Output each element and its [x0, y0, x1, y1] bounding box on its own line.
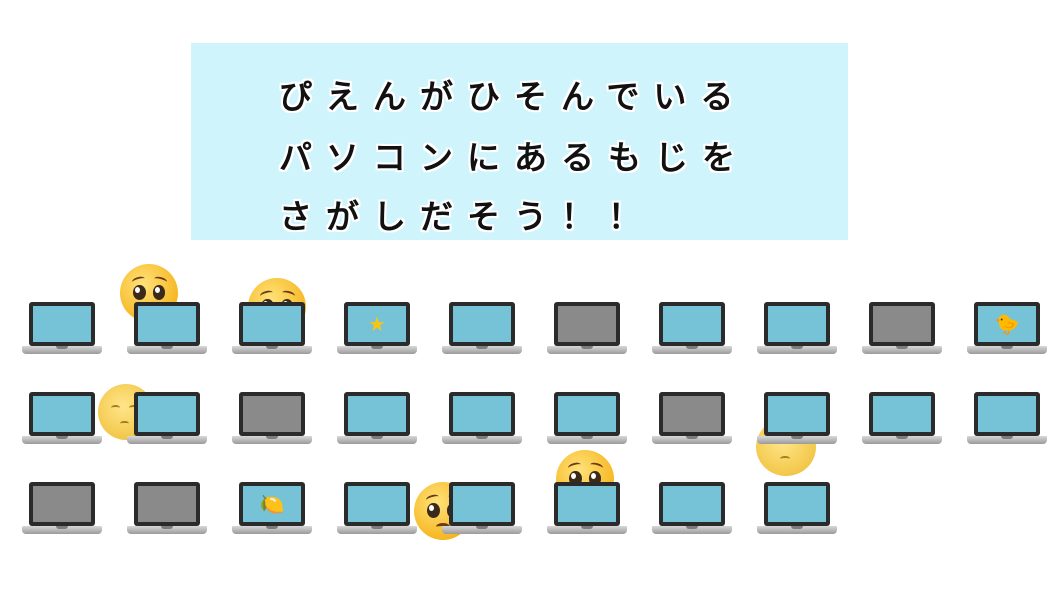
- laptop-r3-c2[interactable]: [127, 482, 207, 538]
- laptop-r3-c4[interactable]: [337, 482, 417, 538]
- laptop-r2-c9[interactable]: [862, 392, 942, 448]
- laptop-r1-c7[interactable]: [652, 302, 732, 358]
- laptop-screen: [453, 396, 511, 432]
- laptop-r3-c8[interactable]: [757, 482, 837, 538]
- laptop-screen: 🍋: [243, 486, 301, 522]
- laptop-screen: [138, 486, 196, 522]
- laptop-screen: [768, 396, 826, 432]
- laptop-screen: [768, 306, 826, 342]
- laptop-r3-c5[interactable]: [442, 482, 522, 538]
- instruction-line-2: パソコンにあるもじを: [279, 138, 749, 177]
- instruction-line-3: さがしだそう！！: [279, 197, 655, 236]
- chick-icon[interactable]: 🐤: [978, 306, 1036, 342]
- laptop-screen: [33, 486, 91, 522]
- lemon-icon[interactable]: 🍋: [243, 486, 301, 522]
- laptop-r1-c8[interactable]: [757, 302, 837, 358]
- laptop-screen: [768, 486, 826, 522]
- laptop-r2-c2[interactable]: [127, 392, 207, 448]
- laptop-screen: 🐤: [978, 306, 1036, 342]
- laptop-screen: ★: [348, 306, 406, 342]
- laptop-r3-c6[interactable]: [547, 482, 627, 538]
- laptop-r1-c5[interactable]: [442, 302, 522, 358]
- laptop-screen: [558, 486, 616, 522]
- laptop-screen: [138, 306, 196, 342]
- laptop-r3-c3[interactable]: 🍋: [232, 482, 312, 538]
- laptop-r1-c4[interactable]: ★: [337, 302, 417, 358]
- laptop-r2-c4[interactable]: [337, 392, 417, 448]
- laptop-screen: [243, 306, 301, 342]
- laptop-screen: [348, 486, 406, 522]
- laptop-screen: [663, 306, 721, 342]
- laptop-screen: [33, 396, 91, 432]
- laptop-screen: [663, 396, 721, 432]
- laptop-screen: [978, 396, 1036, 432]
- laptop-r2-c8[interactable]: [757, 392, 837, 448]
- laptop-screen: [558, 306, 616, 342]
- laptop-r1-c2[interactable]: [127, 302, 207, 358]
- laptop-screen: [243, 396, 301, 432]
- laptop-r2-c1[interactable]: [22, 392, 102, 448]
- laptop-r3-c1[interactable]: [22, 482, 102, 538]
- laptop-screen: [453, 306, 511, 342]
- laptop-r1-c3[interactable]: [232, 302, 312, 358]
- instruction-line-1: ぴえんがひそんでいる: [279, 77, 748, 116]
- laptop-screen: [453, 486, 511, 522]
- laptop-screen: [558, 396, 616, 432]
- laptop-r1-c10[interactable]: 🐤: [967, 302, 1047, 358]
- laptop-screen: [663, 486, 721, 522]
- laptop-screen: [138, 396, 196, 432]
- laptop-r1-c1[interactable]: [22, 302, 102, 358]
- laptop-r3-c7[interactable]: [652, 482, 732, 538]
- laptop-r2-c3[interactable]: [232, 392, 312, 448]
- laptop-screen: [348, 396, 406, 432]
- star-icon[interactable]: ★: [348, 306, 406, 342]
- laptop-r2-c5[interactable]: [442, 392, 522, 448]
- laptop-screen: [873, 306, 931, 342]
- laptop-r2-c10[interactable]: [967, 392, 1047, 448]
- laptop-screen: [873, 396, 931, 432]
- laptop-screen: [33, 306, 91, 342]
- laptop-r2-c7[interactable]: [652, 392, 732, 448]
- laptop-r2-c6[interactable]: [547, 392, 627, 448]
- laptop-r1-c9[interactable]: [862, 302, 942, 358]
- instruction-banner: ぴえんがひそんでいる パソコンにあるもじを さがしだそう！！: [191, 43, 848, 240]
- laptop-r1-c6[interactable]: [547, 302, 627, 358]
